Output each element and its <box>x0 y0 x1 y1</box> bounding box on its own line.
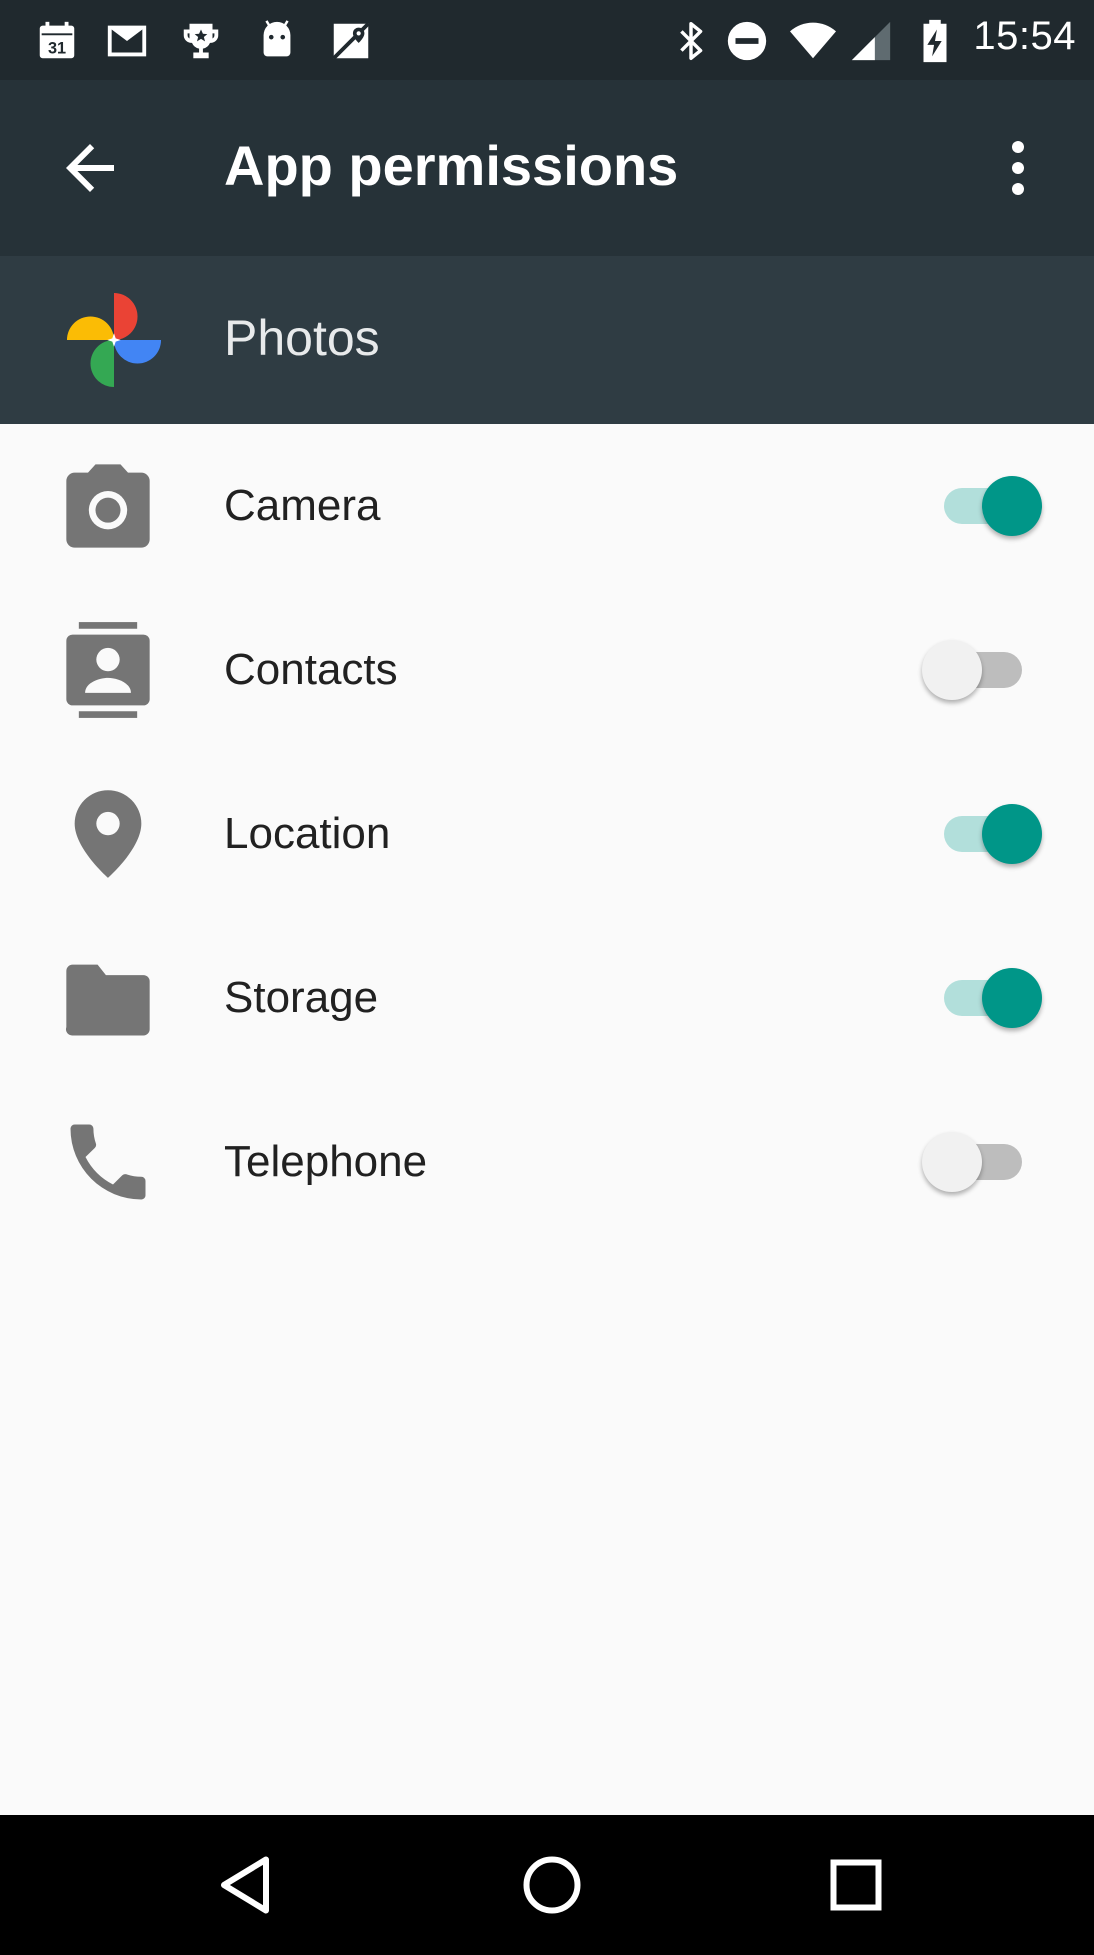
bluetooth-icon <box>680 22 703 60</box>
gmail-icon <box>107 25 147 57</box>
permission-list: Camera Contacts Location Storage Telepho… <box>0 424 1094 1244</box>
telephone-toggle[interactable] <box>922 1126 1042 1198</box>
clock: 15:54 <box>973 14 1076 58</box>
permission-label: Storage <box>224 973 379 1022</box>
switch-thumb <box>982 968 1042 1028</box>
calendar-icon: 31 <box>39 21 75 59</box>
page-title: App permissions <box>224 134 679 197</box>
switch-thumb <box>922 640 982 700</box>
status-bar: 31 15:54 <box>0 0 1094 80</box>
contacts-toggle[interactable] <box>922 634 1042 706</box>
camera-toggle[interactable] <box>922 470 1042 542</box>
permission-row-camera[interactable]: Camera <box>0 424 1094 588</box>
app-header: Photos <box>0 256 1094 424</box>
permission-row-location[interactable]: Location <box>0 752 1094 916</box>
wifi-icon <box>790 22 836 59</box>
permission-row-storage[interactable]: Storage <box>0 916 1094 1080</box>
more-vert-icon[interactable] <box>982 132 1054 204</box>
location-toggle[interactable] <box>922 798 1042 870</box>
switch-thumb <box>982 804 1042 864</box>
camera-icon <box>66 464 150 548</box>
permission-label: Telephone <box>224 1137 428 1186</box>
permission-label: Location <box>224 809 391 858</box>
cell-signal-icon <box>851 21 891 61</box>
battery-charging-icon <box>923 19 947 63</box>
app-name: Photos <box>224 310 380 366</box>
contacts-icon <box>66 622 150 718</box>
home-circle-icon[interactable] <box>516 1849 588 1921</box>
permission-row-contacts[interactable]: Contacts <box>0 588 1094 752</box>
phone-icon <box>70 1124 146 1200</box>
permission-label: Camera <box>224 481 381 530</box>
google-photos-pinwheel-icon <box>66 292 162 388</box>
maps-icon <box>332 22 370 60</box>
trophy-icon <box>183 23 219 59</box>
permission-row-telephone[interactable]: Telephone <box>0 1080 1094 1244</box>
recents-square-icon[interactable] <box>820 1849 892 1921</box>
calendar-day: 31 <box>48 39 66 57</box>
storage-toggle[interactable] <box>922 962 1042 1034</box>
switch-thumb <box>922 1132 982 1192</box>
location-pin-icon <box>74 790 142 878</box>
android-icon <box>263 20 291 57</box>
arrow-back-icon[interactable] <box>54 132 126 204</box>
back-triangle-icon[interactable] <box>212 1849 284 1921</box>
folder-icon <box>65 964 150 1036</box>
navigation-bar <box>0 1815 1094 1955</box>
do-not-disturb-icon <box>727 21 767 61</box>
permission-label: Contacts <box>224 645 398 694</box>
app-bar: App permissions <box>0 80 1094 256</box>
switch-thumb <box>982 476 1042 536</box>
